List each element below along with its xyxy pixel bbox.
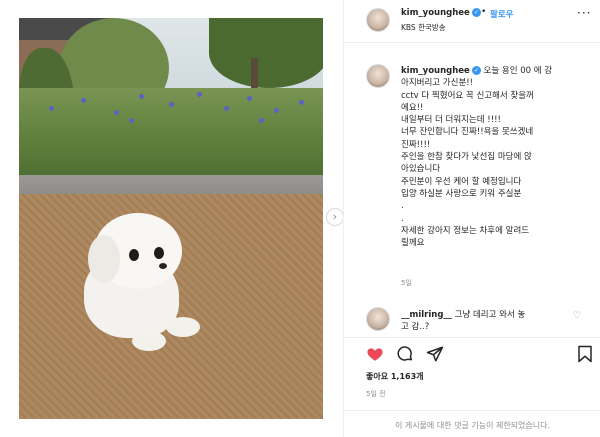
paper-plane-icon — [426, 346, 444, 362]
author-username[interactable]: kim_younghee ✓ — [401, 8, 481, 18]
caption-line: . — [401, 201, 404, 212]
like-count[interactable]: 좋아요 1,163개 — [366, 371, 424, 382]
caption-line: cctv 다 찍혔어요 꼭 신고해서 찾을꺼 — [401, 90, 534, 101]
like-button[interactable] — [366, 345, 384, 363]
follow-button[interactable]: 팔로우 — [490, 8, 513, 20]
caption-line: 입양 하실분 사랑으로 키워 주실분 — [401, 188, 522, 199]
author-avatar[interactable] — [366, 8, 390, 32]
post-side-panel: kim_younghee ✓ • 팔로우 KBS 한국방송 ··· kim_you… — [343, 0, 600, 437]
more-options-icon[interactable]: ··· — [577, 6, 591, 20]
post-photo[interactable] — [19, 18, 323, 419]
heart-filled-icon — [367, 348, 383, 361]
comments-disabled-bar: 이 게시물에 대한 댓글 기능이 제한되었습니다. — [344, 410, 600, 437]
commenter-avatar[interactable] — [366, 307, 390, 331]
caption-line: 주인을 한참 찾다가 낯선집 마당에 앉 — [401, 152, 532, 163]
photo-puppy — [74, 213, 204, 353]
caption-line: 아지버리고 가신분!! — [401, 78, 474, 89]
bookmark-icon — [578, 345, 592, 363]
comment-item: __milring__ 그냥 데리고 와서 놓 고 감..? — [401, 309, 586, 333]
caption-line: 릴께요 — [401, 238, 425, 249]
chevron-right-icon: › — [332, 210, 338, 223]
caption-line: 아있습니다 — [401, 164, 441, 175]
save-button[interactable] — [577, 345, 593, 363]
comment-button[interactable] — [396, 345, 414, 363]
caption-line: 진짜!!!! — [401, 139, 431, 150]
post-time-ago[interactable]: 5일 전 — [366, 389, 386, 399]
caption-line: 내일부터 더 더워지는데 !!!! — [401, 115, 501, 126]
separator-dot: • — [481, 7, 487, 17]
caption-line: . — [401, 213, 404, 224]
caption-username[interactable]: kim_younghee — [401, 66, 470, 76]
post-actions: 좋아요 1,163개 5일 전 이 게시물에 대한 댓글 기능이 제한되었습니다… — [344, 337, 600, 437]
caption-timestamp: 5일 — [401, 279, 412, 287]
share-button[interactable] — [426, 345, 444, 363]
author-subtitle: KBS 한국방송 — [401, 23, 446, 32]
comment-bubble-icon — [397, 346, 413, 361]
caption-line: 자세한 강아지 정보는 차후에 알려드 — [401, 225, 530, 236]
verified-badge-icon: ✓ — [471, 8, 481, 17]
photo-tree — [209, 18, 323, 88]
post-header: kim_younghee ✓ • 팔로우 KBS 한국방송 ··· — [344, 0, 600, 43]
caption-line: 주민분이 우선 케어 할 예정입니다 — [401, 176, 522, 187]
commenter-username[interactable]: __milring__ — [401, 310, 452, 320]
caption-line: 너무 잔인합니다 진짜!!욕을 못쓰겠네 — [401, 127, 534, 138]
comment-text: 고 감..? — [401, 322, 430, 332]
photo-garden — [19, 88, 323, 178]
caption-author-avatar[interactable] — [366, 64, 390, 88]
comment-text: 그냥 데리고 와서 놓 — [454, 310, 526, 320]
verified-badge-icon: ✓ — [471, 66, 481, 75]
caption-line: 에요!! — [401, 102, 424, 113]
caption-line: 오늘 용인 00 에 강 — [483, 66, 553, 76]
comments-disabled-notice: 이 게시물에 대한 댓글 기능이 제한되었습니다. — [394, 421, 551, 430]
post-media-pane: › — [0, 0, 344, 437]
post-caption: kim_younghee ✓ 오늘 용인 00 에 강 아지버리고 가신분!! c… — [401, 65, 591, 249]
next-photo-button[interactable]: › — [326, 208, 344, 226]
heart-outline-icon[interactable]: ♡ — [573, 311, 581, 321]
